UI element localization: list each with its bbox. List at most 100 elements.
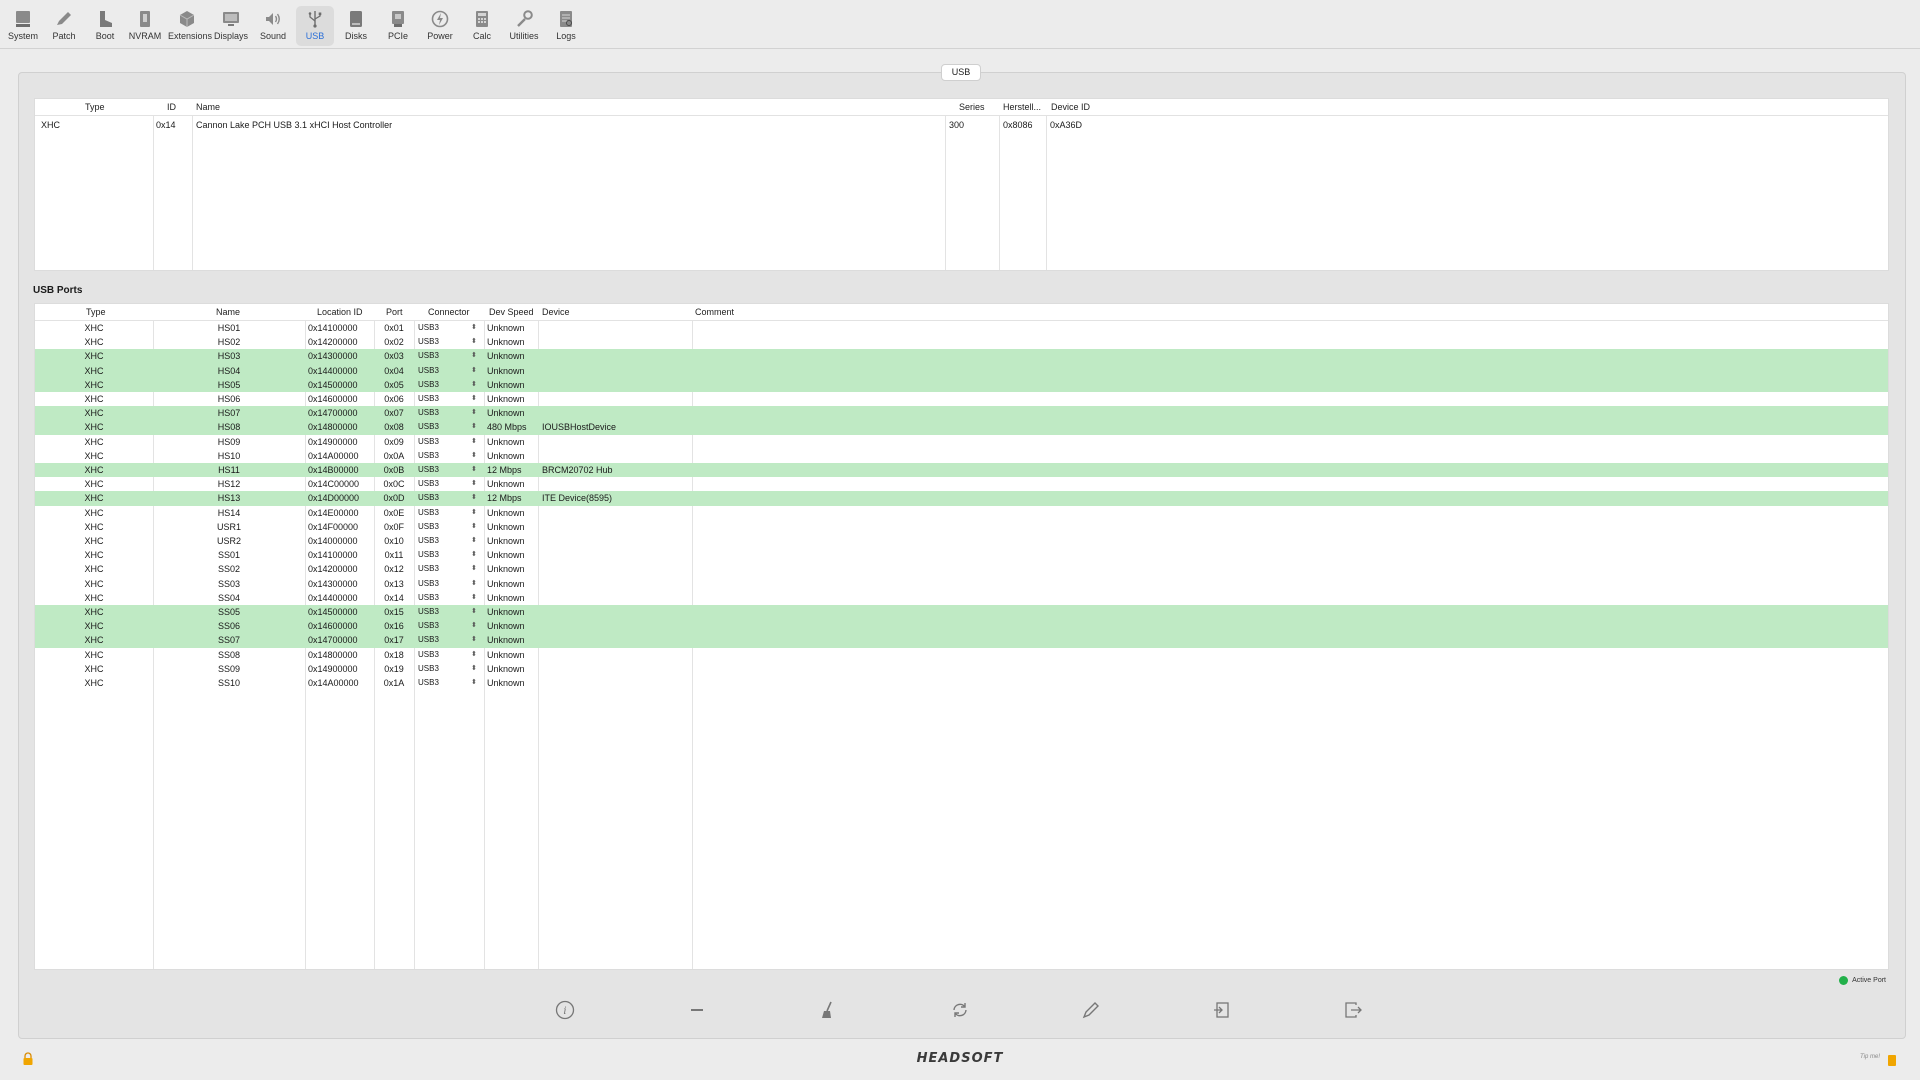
port-connector[interactable]: USB3	[418, 577, 458, 591]
port-row-hs13[interactable]: XHC HS13 0x14D00000 0x0D USB3 12 Mbps ITE Devi…	[35, 491, 1888, 506]
port-connector[interactable]: USB3	[418, 662, 458, 676]
import-icon[interactable]	[1211, 999, 1235, 1023]
header-device-id[interactable]: Device ID	[1051, 99, 1090, 115]
port-comment[interactable]	[695, 449, 1065, 463]
port-connector[interactable]: USB3	[418, 420, 458, 434]
port-comment[interactable]	[695, 605, 1065, 619]
port-row-hs03[interactable]: XHC HS03 0x14300000 0x03 USB3 Unknown ⬍	[35, 349, 1888, 364]
port-comment[interactable]	[695, 633, 1065, 647]
connector-stepper-icon[interactable]: ⬍	[471, 605, 477, 619]
tip-jar-label[interactable]: Tip me!	[1860, 1054, 1880, 1060]
connector-stepper-icon[interactable]: ⬍	[471, 548, 477, 562]
toolbar-item-extensions[interactable]: Extensions	[168, 6, 212, 46]
connector-stepper-icon[interactable]: ⬍	[471, 477, 477, 491]
port-row-hs01[interactable]: XHC HS01 0x14100000 0x01 USB3 Unknown ⬍	[35, 321, 1888, 335]
port-row-ss01[interactable]: XHC SS01 0x14100000 0x11 USB3 Unknown ⬍	[35, 548, 1888, 562]
port-connector[interactable]: USB3	[418, 506, 458, 520]
port-connector[interactable]: USB3	[418, 562, 458, 576]
port-row-hs06[interactable]: XHC HS06 0x14600000 0x06 USB3 Unknown ⬍	[35, 392, 1888, 406]
port-comment[interactable]	[695, 463, 1065, 477]
connector-stepper-icon[interactable]: ⬍	[471, 364, 477, 378]
port-connector[interactable]: USB3	[418, 520, 458, 534]
connector-stepper-icon[interactable]: ⬍	[471, 335, 477, 349]
port-connector[interactable]: USB3	[418, 605, 458, 619]
toolbar-item-usb[interactable]: USB	[296, 6, 334, 46]
port-comment[interactable]	[695, 349, 1065, 363]
connector-stepper-icon[interactable]: ⬍	[471, 676, 477, 690]
port-comment[interactable]	[695, 406, 1065, 420]
port-comment[interactable]	[695, 591, 1065, 605]
port-comment[interactable]	[695, 477, 1065, 491]
port-row-hs12[interactable]: XHC HS12 0x14C00000 0x0C USB3 Unknown ⬍	[35, 477, 1888, 491]
connector-stepper-icon[interactable]: ⬍	[471, 378, 477, 392]
port-connector[interactable]: USB3	[418, 321, 458, 335]
header-hersteller[interactable]: Herstell...	[1003, 99, 1041, 115]
port-comment[interactable]	[695, 392, 1065, 406]
connector-stepper-icon[interactable]: ⬍	[471, 619, 477, 633]
toolbar-item-power[interactable]: Power	[421, 6, 459, 46]
toolbar-item-system[interactable]: System	[4, 6, 42, 46]
port-connector[interactable]: USB3	[418, 648, 458, 662]
port-connector[interactable]: USB3	[418, 491, 458, 505]
port-comment[interactable]	[695, 364, 1065, 378]
toolbar-item-utilities[interactable]: Utilities	[505, 6, 543, 46]
port-connector[interactable]: USB3	[418, 364, 458, 378]
lock-icon[interactable]	[21, 1052, 35, 1069]
header-port[interactable]: Port	[386, 304, 403, 320]
port-row-hs07[interactable]: XHC HS07 0x14700000 0x07 USB3 Unknown ⬍	[35, 406, 1888, 421]
port-comment[interactable]	[695, 321, 1065, 335]
port-row-hs14[interactable]: XHC HS14 0x14E00000 0x0E USB3 Unknown ⬍	[35, 506, 1888, 520]
port-row-ss07[interactable]: XHC SS07 0x14700000 0x17 USB3 Unknown ⬍	[35, 633, 1888, 648]
header-id[interactable]: ID	[167, 99, 176, 115]
port-row-hs04[interactable]: XHC HS04 0x14400000 0x04 USB3 Unknown ⬍	[35, 363, 1888, 378]
port-row-hs02[interactable]: XHC HS02 0x14200000 0x02 USB3 Unknown ⬍	[35, 335, 1888, 349]
header-name[interactable]: Name	[216, 304, 240, 320]
toolbar-item-logs[interactable]: Logs	[547, 6, 585, 46]
connector-stepper-icon[interactable]: ⬍	[471, 449, 477, 463]
port-connector[interactable]: USB3	[418, 349, 458, 363]
tab-usb[interactable]: USB	[941, 64, 981, 81]
connector-stepper-icon[interactable]: ⬍	[471, 633, 477, 647]
port-row-hs09[interactable]: XHC HS09 0x14900000 0x09 USB3 Unknown ⬍	[35, 435, 1888, 449]
port-comment[interactable]	[695, 534, 1065, 548]
header-dev-speed[interactable]: Dev Speed	[489, 304, 534, 320]
toolbar-item-boot[interactable]: Boot	[86, 6, 124, 46]
connector-stepper-icon[interactable]: ⬍	[471, 463, 477, 477]
connector-stepper-icon[interactable]: ⬍	[471, 506, 477, 520]
refresh-icon[interactable]	[949, 999, 973, 1023]
port-comment[interactable]	[695, 577, 1065, 591]
port-comment[interactable]	[695, 335, 1065, 349]
port-connector[interactable]: USB3	[418, 619, 458, 633]
port-row-ss04[interactable]: XHC SS04 0x14400000 0x14 USB3 Unknown ⬍	[35, 591, 1888, 605]
port-connector[interactable]: USB3	[418, 633, 458, 647]
connector-stepper-icon[interactable]: ⬍	[471, 349, 477, 363]
header-device[interactable]: Device	[542, 304, 570, 320]
port-row-usr2[interactable]: XHC USR2 0x14000000 0x10 USB3 Unknown ⬍	[35, 534, 1888, 548]
port-row-hs11[interactable]: XHC HS11 0x14B00000 0x0B USB3 12 Mbps BRCM2070…	[35, 463, 1888, 478]
toolbar-item-calc[interactable]: Calc	[463, 6, 501, 46]
port-row-hs08[interactable]: XHC HS08 0x14800000 0x08 USB3 480 Mbps IOUSBHo…	[35, 420, 1888, 435]
header-series[interactable]: Series	[959, 99, 985, 115]
port-connector[interactable]: USB3	[418, 435, 458, 449]
toolbar-item-patch[interactable]: Patch	[45, 6, 83, 46]
port-connector[interactable]: USB3	[418, 534, 458, 548]
port-row-ss10[interactable]: XHC SS10 0x14A00000 0x1A USB3 Unknown ⬍	[35, 676, 1888, 690]
header-connector[interactable]: Connector	[428, 304, 470, 320]
port-connector[interactable]: USB3	[418, 591, 458, 605]
port-row-ss02[interactable]: XHC SS02 0x14200000 0x12 USB3 Unknown ⬍	[35, 562, 1888, 576]
port-comment[interactable]	[695, 378, 1065, 392]
connector-stepper-icon[interactable]: ⬍	[471, 491, 477, 505]
connector-stepper-icon[interactable]: ⬍	[471, 577, 477, 591]
connector-stepper-icon[interactable]: ⬍	[471, 420, 477, 434]
connector-stepper-icon[interactable]: ⬍	[471, 562, 477, 576]
connector-stepper-icon[interactable]: ⬍	[471, 591, 477, 605]
connector-stepper-icon[interactable]: ⬍	[471, 435, 477, 449]
port-row-usr1[interactable]: XHC USR1 0x14F00000 0x0F USB3 Unknown ⬍	[35, 520, 1888, 534]
header-type[interactable]: Type	[86, 304, 106, 320]
port-connector[interactable]: USB3	[418, 392, 458, 406]
connector-stepper-icon[interactable]: ⬍	[471, 321, 477, 335]
port-row-ss08[interactable]: XHC SS08 0x14800000 0x18 USB3 Unknown ⬍	[35, 648, 1888, 662]
toolbar-item-pcie[interactable]: PCIe	[379, 6, 417, 46]
port-connector[interactable]: USB3	[418, 548, 458, 562]
port-comment[interactable]	[695, 648, 1065, 662]
